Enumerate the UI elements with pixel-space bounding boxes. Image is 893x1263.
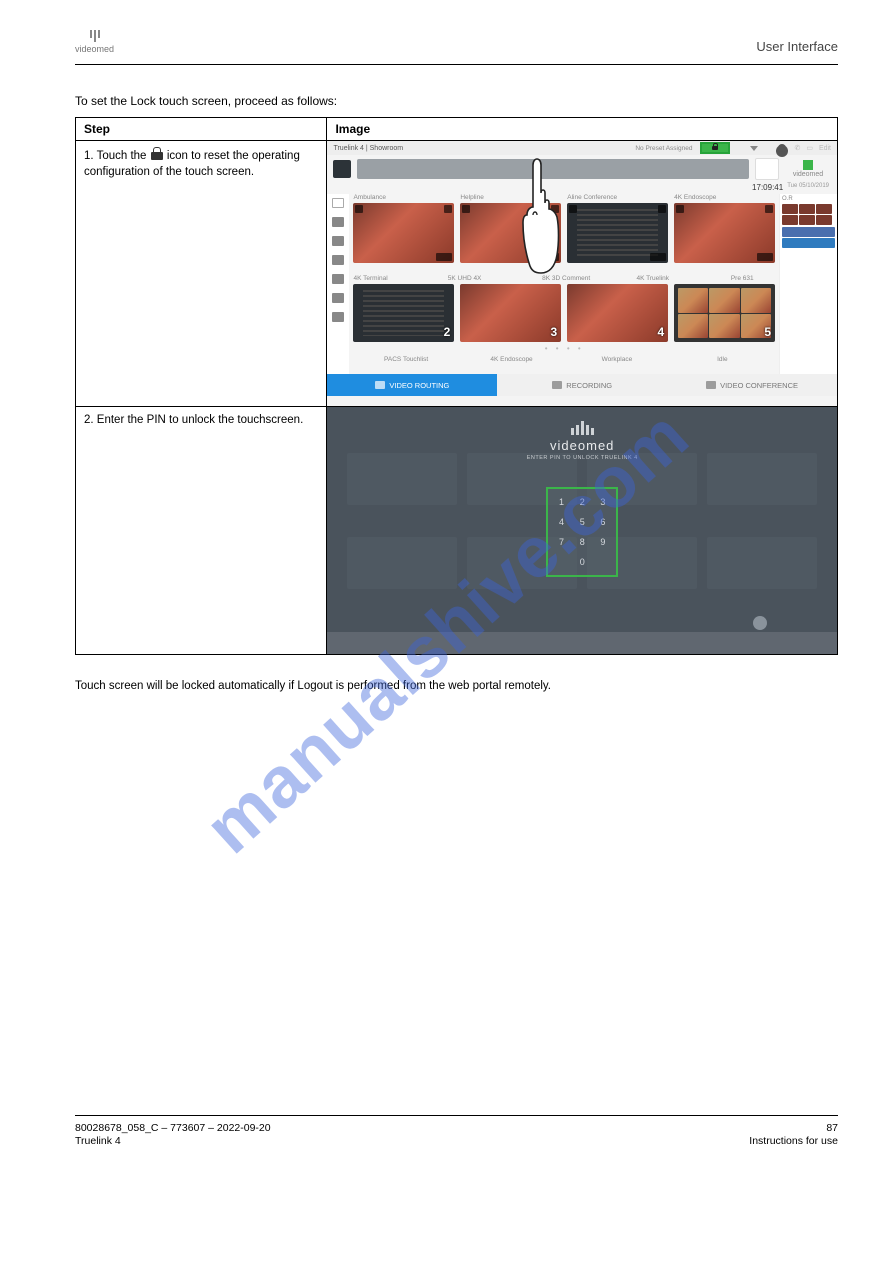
video-routing-screenshot: Truelink 4 | Showroom No Preset Assigned…: [327, 141, 837, 406]
product-name: Truelink 4: [75, 1135, 121, 1147]
clock-time: 17:09:41: [752, 183, 783, 192]
preset-label[interactable]: 4K Endoscope: [459, 356, 564, 363]
keypad-key: [593, 552, 614, 572]
video-thumb[interactable]: 2: [353, 284, 454, 342]
hint-text: Touch screen will be locked automaticall…: [75, 679, 838, 695]
lock-icon: [150, 147, 164, 161]
video-thumb[interactable]: [674, 203, 775, 263]
preset-label[interactable]: PACS Touchlist: [353, 356, 458, 363]
thumb-label: Pre 631: [731, 275, 775, 282]
thumb-label: 4K Endoscope: [674, 194, 775, 201]
lock-icon: [712, 145, 718, 151]
page-number: 87: [826, 1122, 838, 1134]
step-1-text: 1. Touch the icon to reset the operating…: [76, 141, 327, 407]
person-icon[interactable]: [778, 144, 786, 152]
pagination-dots[interactable]: • • • •: [353, 344, 775, 353]
rail-icon[interactable]: [332, 255, 344, 265]
right-side-panel: O.R: [779, 194, 837, 374]
steps-table: Step Image 1. Touch the icon to reset th…: [75, 117, 838, 655]
user-avatar[interactable]: [755, 158, 779, 180]
preset-label[interactable]: Workplace: [564, 356, 669, 363]
left-icon-rail: [327, 194, 349, 374]
keypad-key[interactable]: 0: [572, 552, 593, 572]
rail-icon[interactable]: [332, 217, 344, 227]
video-thumb[interactable]: [353, 203, 454, 263]
edit-label[interactable]: Edit: [819, 145, 831, 152]
routing-icon: [375, 381, 385, 389]
col-header-image: Image: [327, 118, 838, 141]
keypad-key[interactable]: 3: [593, 492, 614, 512]
rail-icon[interactable]: [332, 236, 344, 246]
tab-video-conference[interactable]: VIDEO CONFERENCE: [667, 374, 837, 396]
lock-subtitle: ENTER PIN TO UNLOCK TRUELINK 4: [327, 455, 837, 461]
video-thumb[interactable]: [567, 203, 668, 263]
thumb-label: 5K UHD 4X: [448, 275, 536, 282]
brand-logo: videomed: [75, 30, 114, 54]
keypad-key[interactable]: 4: [551, 512, 572, 532]
keypad-key: [551, 552, 572, 572]
preset-label[interactable]: Idle: [670, 356, 775, 363]
keypad-key[interactable]: 7: [551, 532, 572, 552]
video-thumb[interactable]: 5: [674, 284, 775, 342]
keypad-key[interactable]: 1: [551, 492, 572, 512]
conference-icon: [706, 381, 716, 389]
clock-date: Tue 05/10/2019: [787, 183, 829, 192]
keypad-key[interactable]: 6: [593, 512, 614, 532]
keypad-key[interactable]: 9: [593, 532, 614, 552]
lock-screen-screenshot: videomed ENTER PIN TO UNLOCK TRUELINK 4 …: [327, 407, 837, 654]
video-icon[interactable]: ▭: [806, 144, 813, 152]
brand-badge: videomed: [785, 160, 831, 178]
header-rule: [75, 64, 838, 65]
thumb-label: 4K Truelink: [636, 275, 724, 282]
page-footer: 80028678_058_C – 773607 – 2022-09-20 87 …: [75, 1115, 838, 1147]
step-2-text: 2. Enter the PIN to unlock the touchscre…: [76, 407, 327, 655]
thumb-label: 8K 3D Comment: [542, 275, 630, 282]
page-header: videomed User Interface: [75, 30, 838, 54]
rail-icon[interactable]: [332, 274, 344, 284]
lock-button[interactable]: [700, 142, 730, 154]
rail-icon[interactable]: [332, 293, 344, 303]
menu-icon[interactable]: [333, 160, 351, 178]
manual-type: Instructions for use: [749, 1135, 838, 1147]
thumb-label: Ambulance: [353, 194, 454, 201]
keypad-key[interactable]: 8: [572, 532, 593, 552]
video-thumb[interactable]: 4: [567, 284, 668, 342]
chevron-down-icon[interactable]: [750, 146, 758, 151]
pin-keypad: 1 2 3 4 5 6 7 8 9: [546, 487, 618, 577]
step-2-image: videomed ENTER PIN TO UNLOCK TRUELINK 4 …: [327, 407, 838, 655]
thumb-label: Aline Conference: [567, 194, 668, 201]
phone-icon[interactable]: ✆: [794, 144, 800, 152]
pointing-hand-icon: [517, 155, 563, 275]
step-1-image: Truelink 4 | Showroom No Preset Assigned…: [327, 141, 838, 407]
keypad-key[interactable]: 5: [572, 512, 593, 532]
rail-icon[interactable]: [332, 312, 344, 322]
app-title: Truelink 4 | Showroom: [333, 145, 403, 152]
bottom-tabs: VIDEO ROUTING RECORDING VIDEO CONFERENCE: [327, 374, 837, 396]
intro-text: To set the Lock touch screen, proceed as…: [75, 93, 838, 109]
keypad-key[interactable]: 2: [572, 492, 593, 512]
thumb-label: 4K Terminal: [353, 275, 441, 282]
video-thumb[interactable]: 3: [460, 284, 561, 342]
doc-reference: 80028678_058_C – 773607 – 2022-09-20: [75, 1122, 271, 1134]
lock-brand-logo: videomed: [327, 438, 837, 453]
tab-video-routing[interactable]: VIDEO ROUTING: [327, 374, 497, 396]
document-page: videomed User Interface To set the Lock …: [0, 0, 893, 1177]
col-header-step: Step: [76, 118, 327, 141]
section-title: User Interface: [756, 39, 838, 54]
tab-recording[interactable]: RECORDING: [497, 374, 667, 396]
recording-icon: [552, 381, 562, 389]
rail-icon[interactable]: [332, 198, 344, 208]
brand-text: videomed: [75, 44, 114, 54]
no-preset-label: No Preset Assigned: [635, 145, 692, 152]
